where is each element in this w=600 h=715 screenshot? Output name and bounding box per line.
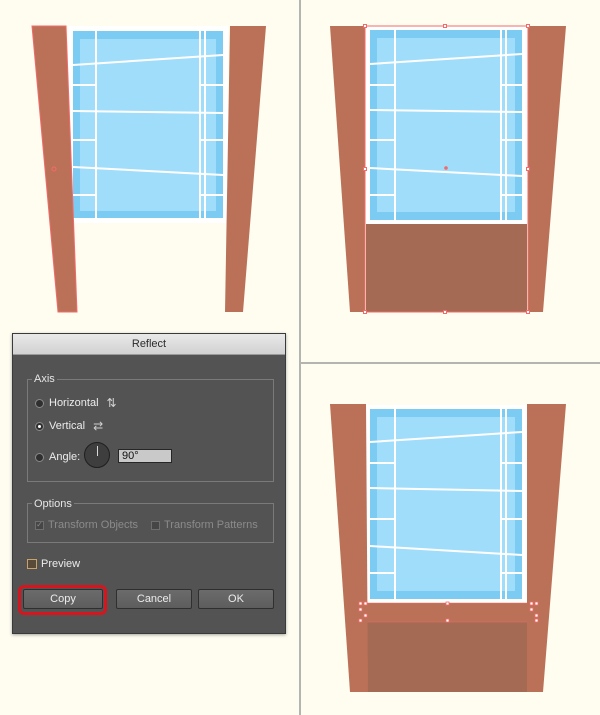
right-frame-side-2 xyxy=(528,26,566,312)
copy-button[interactable]: Copy xyxy=(23,589,103,609)
axis-legend: Axis xyxy=(32,373,57,385)
angle-label: Angle: xyxy=(49,451,81,463)
ok-button[interactable]: OK xyxy=(198,589,274,609)
frame-bottom-panel xyxy=(366,224,527,312)
vertical-radio[interactable]: Vertical ⇄ xyxy=(35,419,103,433)
dialog-title: Reflect xyxy=(13,334,285,355)
right-frame-side xyxy=(225,26,266,312)
horizontal-radio-button[interactable] xyxy=(35,398,44,408)
cancel-button[interactable]: Cancel xyxy=(116,589,192,609)
angle-input[interactable]: 90° xyxy=(118,449,172,463)
transform-patterns-label: Transform Patterns xyxy=(164,519,258,531)
left-frame-side-2 xyxy=(330,26,365,312)
vertical-radio-button[interactable] xyxy=(35,421,44,431)
transform-objects-label: Transform Objects xyxy=(48,519,139,531)
left-frame-side-3 xyxy=(330,404,368,692)
angle-dial[interactable] xyxy=(84,442,110,468)
transform-objects-check[interactable]: ✓ xyxy=(35,520,44,530)
horizontal-radio[interactable]: Horizontal ⇅ xyxy=(35,396,117,410)
angle-radio-button[interactable] xyxy=(35,452,44,462)
vertical-axis-icon: ⇄ xyxy=(93,419,104,433)
transform-patterns-checkbox[interactable]: Transform Patterns xyxy=(151,519,258,531)
panel-3-window xyxy=(366,405,527,603)
horizontal-label: Horizontal xyxy=(49,397,99,409)
vertical-label: Vertical xyxy=(49,420,86,432)
angle-radio[interactable]: Angle: xyxy=(35,451,80,463)
preview-label: Preview xyxy=(41,558,81,570)
preview-check[interactable] xyxy=(27,559,37,569)
transform-objects-checkbox[interactable]: ✓ Transform Objects xyxy=(35,519,138,531)
options-legend: Options xyxy=(32,498,74,510)
panel-2-window xyxy=(366,26,527,224)
panel-1-window xyxy=(68,26,228,223)
transform-patterns-check[interactable] xyxy=(151,520,160,530)
frame-bottom-panel-3 xyxy=(366,622,527,692)
preview-checkbox[interactable]: Preview xyxy=(27,558,80,570)
right-frame-side-3 xyxy=(527,404,566,692)
horizontal-axis-icon: ⇅ xyxy=(106,396,117,410)
